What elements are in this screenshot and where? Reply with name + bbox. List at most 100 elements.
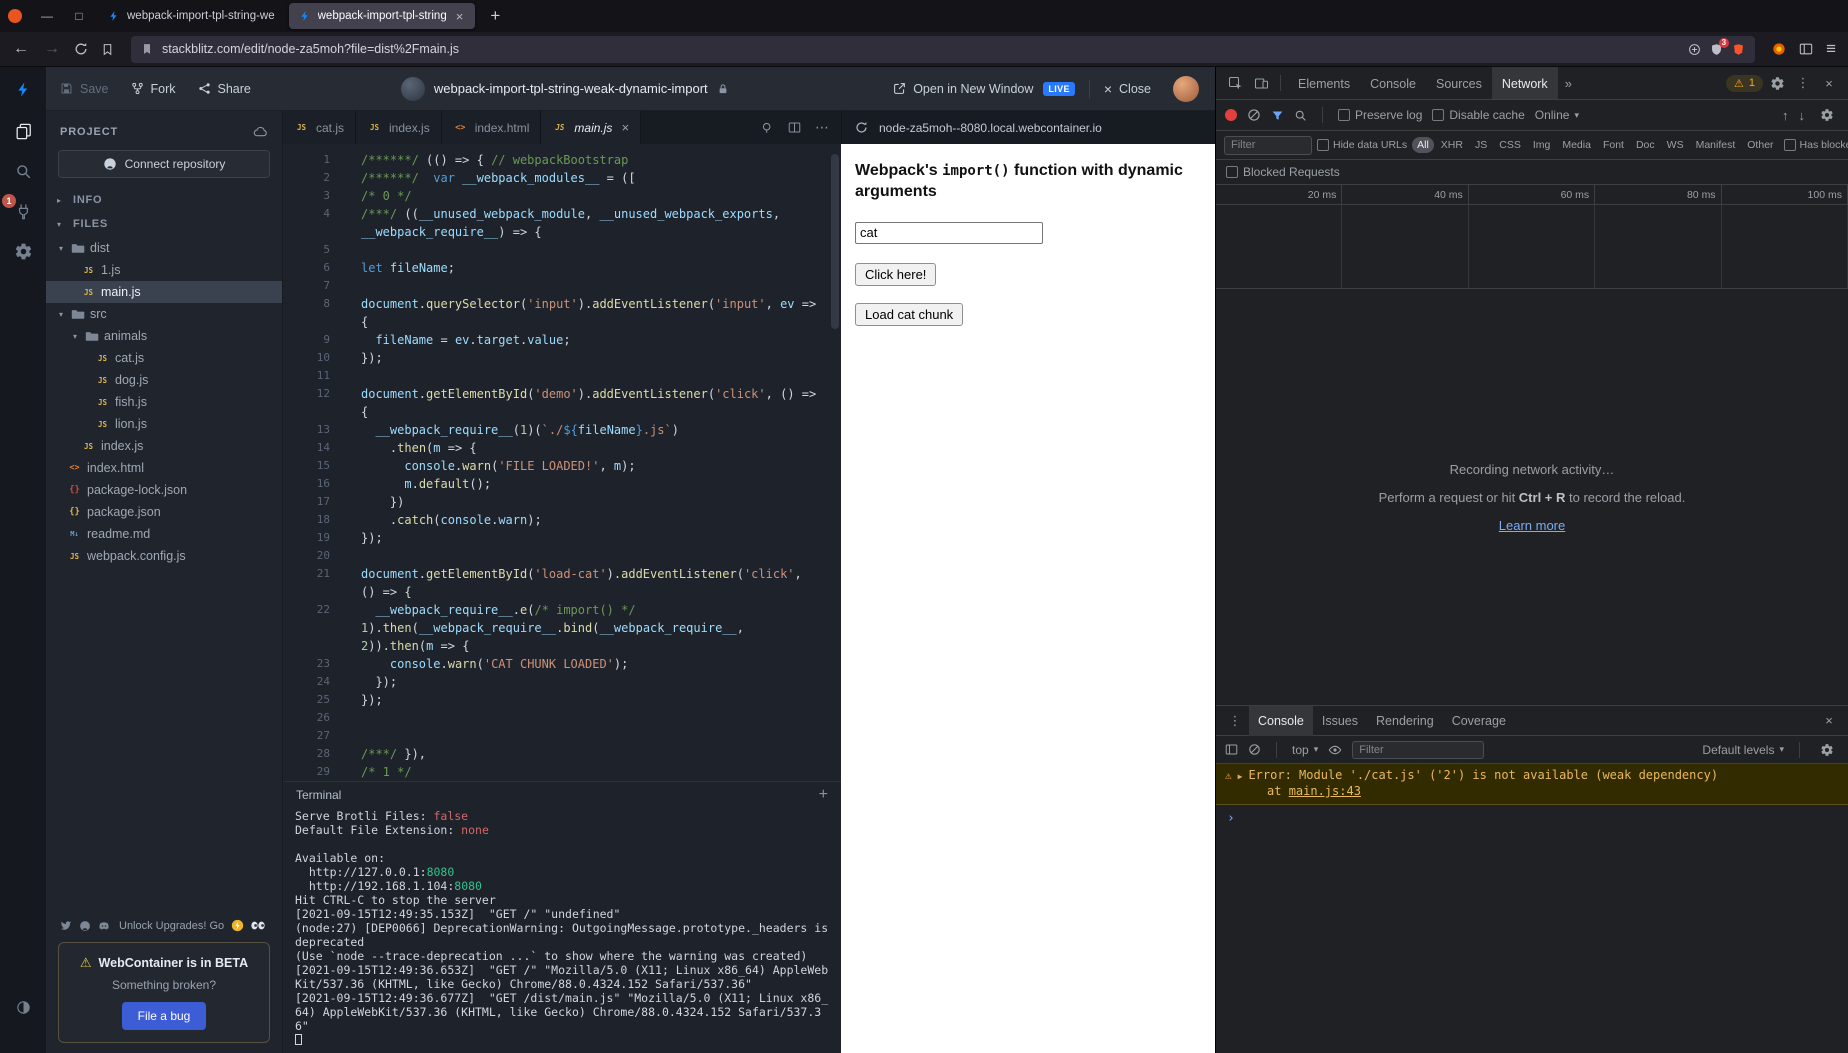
inspect-element-icon[interactable] (1223, 71, 1247, 95)
clear-network-log-icon[interactable] (1247, 108, 1261, 122)
browser-tab[interactable]: webpack-import-tpl-string-we (98, 3, 285, 29)
twitter-icon[interactable] (60, 920, 72, 932)
devtools-settings-icon[interactable] (1765, 71, 1789, 95)
search-panel-icon[interactable] (0, 151, 46, 191)
tree-file-package-lock.json[interactable]: {}package-lock.json (46, 479, 282, 501)
tree-folder-src[interactable]: ▾src (46, 303, 282, 325)
import-har-icon[interactable]: ↑ (1782, 108, 1789, 123)
filename-input[interactable] (855, 222, 1043, 244)
console-tab-console[interactable]: Console (1249, 706, 1313, 736)
window-minimize-icon[interactable]: — (34, 9, 60, 23)
load-cat-chunk-button[interactable]: Load cat chunk (855, 303, 963, 326)
filter-pill-font[interactable]: Font (1598, 137, 1629, 153)
clear-console-icon[interactable] (1248, 743, 1261, 756)
connect-repository-button[interactable]: Connect repository (58, 150, 270, 178)
editor-tab-main.js[interactable]: JSmain.js× (541, 111, 641, 144)
filter-pill-other[interactable]: Other (1742, 137, 1778, 153)
drawer-menu-icon[interactable]: ⋮ (1223, 709, 1247, 733)
page-info-icon[interactable] (141, 43, 153, 55)
tree-file-fish.js[interactable]: JSfish.js (46, 391, 282, 413)
devtools-tab-console[interactable]: Console (1360, 67, 1426, 100)
console-context-dropdown[interactable]: top▾ (1292, 743, 1318, 757)
devtools-tab-sources[interactable]: Sources (1426, 67, 1492, 100)
console-tab-coverage[interactable]: Coverage (1443, 706, 1515, 736)
click-here-button[interactable]: Click here! (855, 263, 936, 286)
file-a-bug-button[interactable]: File a bug (122, 1002, 207, 1030)
window-maximize-icon[interactable]: □ (66, 9, 92, 23)
console-sidebar-icon[interactable] (1225, 743, 1238, 756)
editor-tab-index.html[interactable]: <>index.html (442, 111, 542, 144)
error-source-link[interactable]: main.js:43 (1289, 784, 1361, 798)
tree-folder-animals[interactable]: ▾animals (46, 325, 282, 347)
format-icon[interactable] (761, 121, 774, 134)
fork-button[interactable]: Fork (131, 82, 176, 96)
browser-tab[interactable]: webpack-import-tpl-string× (289, 3, 476, 29)
devtools-close-icon[interactable]: × (1817, 71, 1841, 95)
network-settings-icon[interactable] (1815, 103, 1839, 127)
throttling-dropdown[interactable]: Online▾ (1535, 108, 1579, 122)
hide-data-urls-checkbox[interactable]: Hide data URLs (1317, 139, 1407, 151)
console-prompt[interactable]: › (1216, 805, 1848, 832)
bookmark-button[interactable] (101, 43, 114, 56)
filter-funnel-icon[interactable] (1271, 109, 1284, 122)
filter-pill-ws[interactable]: WS (1662, 137, 1689, 153)
split-editor-icon[interactable] (788, 121, 801, 134)
more-actions-icon[interactable]: ⋯ (815, 119, 829, 136)
ports-panel-icon[interactable]: 1 (0, 191, 46, 231)
filter-pill-all[interactable]: All (1412, 137, 1434, 153)
tree-file-dog.js[interactable]: JSdog.js (46, 369, 282, 391)
github-social-icon[interactable] (79, 920, 91, 932)
expand-icon[interactable]: ▶ (1238, 769, 1243, 784)
console-error-entry[interactable]: ⚠ ▶ Error: Module './cat.js' ('2') is no… (1216, 764, 1848, 805)
new-terminal-button[interactable]: + (819, 786, 828, 804)
tree-file-index.js[interactable]: JSindex.js (46, 435, 282, 457)
upgrades-text[interactable]: Unlock Upgrades! Go (119, 920, 224, 932)
preview-url[interactable]: node-za5moh--8080.local.webcontainer.io (879, 121, 1102, 135)
tree-file-index.html[interactable]: <>index.html (46, 457, 282, 479)
issues-badge[interactable]: ⚠1 (1726, 75, 1763, 92)
editor-tab-cat.js[interactable]: JScat.js (283, 111, 356, 144)
reload-button[interactable] (74, 42, 88, 56)
has-blocked-cookies-checkbox[interactable]: Has blocked cookies (1784, 139, 1848, 151)
new-tab-button[interactable]: + (481, 6, 509, 26)
device-toolbar-icon[interactable] (1249, 71, 1273, 95)
cloud-download-icon[interactable] (253, 124, 268, 139)
editor-scrollbar[interactable] (831, 154, 839, 329)
sidebar-toggle-icon[interactable] (1799, 42, 1813, 56)
console-tab-issues[interactable]: Issues (1313, 706, 1367, 736)
log-levels-dropdown[interactable]: Default levels▾ (1702, 743, 1784, 757)
files-section-toggle[interactable]: ▾FILES (46, 212, 282, 236)
filter-pill-media[interactable]: Media (1557, 137, 1596, 153)
disable-cache-checkbox[interactable]: Disable cache (1432, 108, 1524, 122)
tree-file-main.js[interactable]: JSmain.js (46, 281, 282, 303)
filter-pill-doc[interactable]: Doc (1631, 137, 1660, 153)
drawer-close-icon[interactable]: × (1817, 709, 1841, 733)
live-expression-eye-icon[interactable] (1328, 743, 1342, 757)
filter-pill-js[interactable]: JS (1470, 137, 1492, 153)
files-panel-icon[interactable] (0, 111, 46, 151)
console-tab-rendering[interactable]: Rendering (1367, 706, 1443, 736)
terminal-body[interactable]: Serve Brotli Files: falseDefault File Ex… (283, 808, 841, 1053)
tree-file-1.js[interactable]: JS1.js (46, 259, 282, 281)
stackblitz-logo-icon[interactable] (15, 67, 32, 111)
editor-tab-index.js[interactable]: JSindex.js (356, 111, 442, 144)
tab-close-icon[interactable]: × (454, 9, 466, 24)
filter-pill-css[interactable]: CSS (1494, 137, 1526, 153)
blocked-requests-checkbox[interactable]: Blocked Requests (1226, 165, 1340, 179)
tree-file-readme.md[interactable]: M↓readme.md (46, 523, 282, 545)
share-button[interactable]: Share (198, 82, 251, 96)
back-button[interactable]: ← (12, 40, 30, 58)
save-button[interactable]: Save (60, 82, 109, 96)
discord-icon[interactable] (98, 920, 110, 932)
tree-folder-dist[interactable]: ▾dist (46, 237, 282, 259)
zoom-icon[interactable] (1688, 43, 1701, 56)
network-filter-input[interactable] (1224, 136, 1312, 155)
record-button[interactable] (1225, 109, 1237, 121)
preserve-log-checkbox[interactable]: Preserve log (1338, 108, 1422, 122)
settings-panel-icon[interactable] (0, 231, 46, 271)
open-new-window-button[interactable]: Open in New Window (893, 82, 1033, 96)
extension-icon[interactable] (1772, 42, 1786, 56)
url-bar[interactable]: stackblitz.com/edit/node-za5moh?file=dis… (131, 36, 1755, 63)
user-avatar[interactable] (1173, 76, 1199, 102)
console-filter-input[interactable] (1352, 741, 1484, 759)
